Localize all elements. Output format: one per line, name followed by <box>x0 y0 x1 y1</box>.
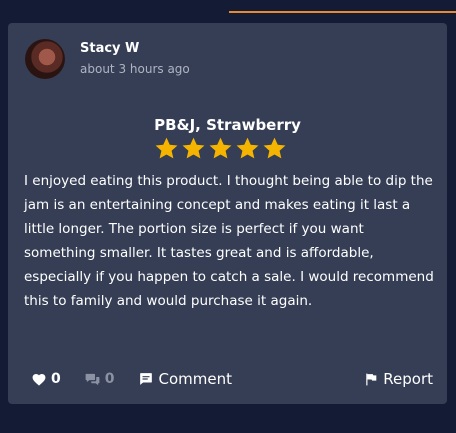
star-icon <box>209 137 232 159</box>
review-body: I enjoyed eating this product. I thought… <box>24 173 434 309</box>
report-label: Report <box>383 370 433 388</box>
flag-icon <box>366 373 377 385</box>
like-button[interactable]: 0 <box>32 371 61 387</box>
author-name[interactable]: Stacy W <box>80 41 139 56</box>
star-icon <box>155 137 178 159</box>
star-rating <box>154 136 287 161</box>
product-title[interactable]: PB&J, Strawberry <box>8 116 447 134</box>
review-card: Stacy W about 3 hours ago PB&J, Strawber… <box>8 23 447 404</box>
star-icon <box>182 137 205 159</box>
page: Stacy W about 3 hours ago PB&J, Strawber… <box>0 0 456 433</box>
like-count: 0 <box>51 371 61 387</box>
avatar[interactable] <box>25 39 65 79</box>
report-button[interactable]: Report <box>365 370 433 388</box>
replies-count: 0 <box>104 371 115 387</box>
comment-icon <box>139 373 152 385</box>
replies-button[interactable]: 0 <box>85 371 115 387</box>
star-icon <box>263 137 286 159</box>
speech-bubbles-icon <box>85 373 100 385</box>
review-timestamp: about 3 hours ago <box>80 62 190 76</box>
star-icon <box>236 137 259 159</box>
top-accent-line <box>229 11 456 13</box>
comment-label: Comment <box>158 370 233 388</box>
comment-button[interactable]: Comment <box>139 370 233 388</box>
review-actions: 0 0 Comment Report <box>32 368 433 390</box>
heart-icon <box>32 373 46 386</box>
